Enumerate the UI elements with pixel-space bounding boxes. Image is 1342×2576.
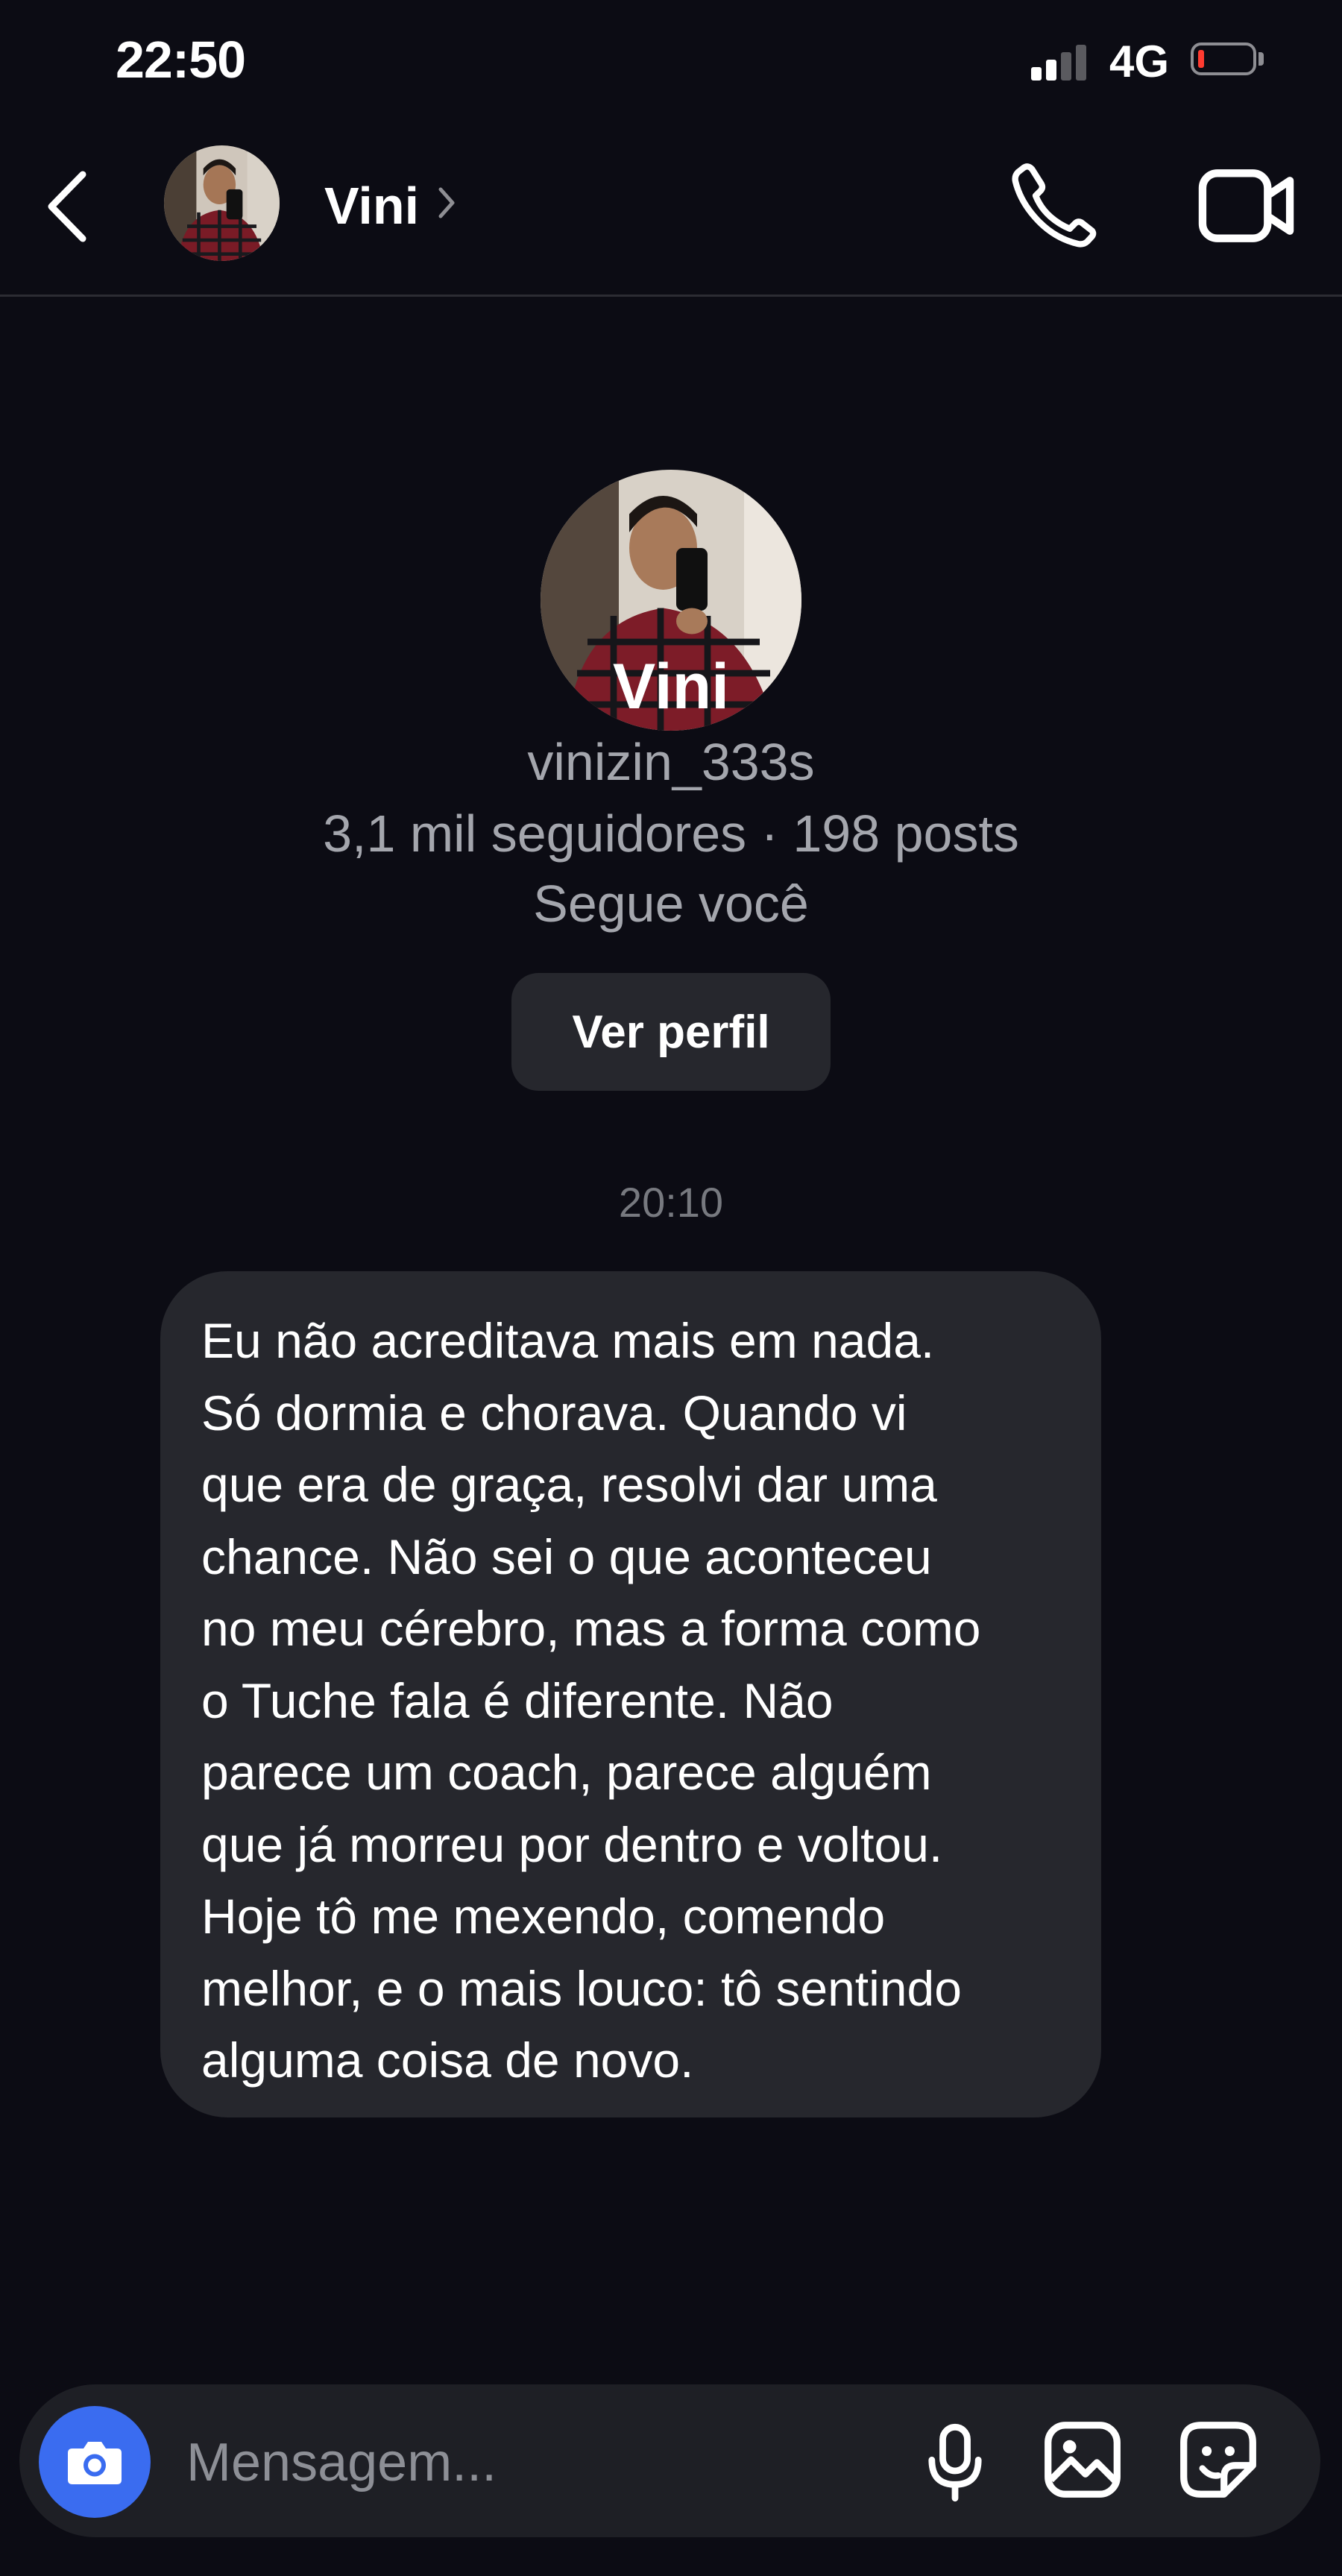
header-divider <box>0 295 1342 297</box>
message-line: Eu não acreditava mais em nada. <box>201 1313 935 1368</box>
message-line: no meu cérebro, mas a forma como <box>201 1601 981 1656</box>
camera-button[interactable] <box>39 2406 151 2518</box>
message-line: que era de graça, resolvi dar uma <box>201 1457 937 1512</box>
chevron-left-icon[interactable] <box>41 166 93 251</box>
image-icon[interactable] <box>1042 2419 1123 2504</box>
message-line: Hoje tô me mexendo, comendo <box>201 1889 886 1944</box>
message-bubble[interactable]: Eu não acreditava mais em nada. Só dormi… <box>160 1271 1101 2117</box>
message-line: que já morreu por dentro e voltou. <box>201 1816 943 1872</box>
message-timestamp: 20:10 <box>618 1179 724 1226</box>
header-avatar[interactable] <box>164 145 280 261</box>
message-line: o Tuche fala é diferente. Não <box>201 1672 834 1728</box>
profile-username: vinizin_333s <box>527 733 815 791</box>
message-line: parece um coach, parece alguém <box>201 1745 932 1800</box>
microphone-icon[interactable] <box>922 2422 989 2507</box>
network-type: 4G <box>1109 37 1170 86</box>
profile-stats: 3,1 mil seguidores · 198 posts <box>323 804 1019 863</box>
phone-icon[interactable] <box>1006 157 1100 257</box>
view-profile-button[interactable]: Ver perfil <box>511 973 831 1091</box>
header-name[interactable]: Vini <box>324 176 419 236</box>
message-text: Eu não acreditava mais em nada. Só dormi… <box>201 1305 1060 2097</box>
message-line: Só dormia e chorava. Quando vi <box>201 1385 907 1440</box>
video-camera-icon[interactable] <box>1197 164 1297 251</box>
message-line: chance. Não sei o que aconteceu <box>201 1528 932 1584</box>
signal-strength-icon <box>1031 43 1091 81</box>
battery-icon <box>1191 42 1256 75</box>
sticker-icon[interactable] <box>1178 2419 1258 2504</box>
follows-you-label: Segue você <box>533 875 809 933</box>
message-line: melhor, e o mais louco: tô sentindo <box>201 1960 962 2016</box>
camera-icon <box>68 2442 122 2484</box>
message-line: alguma coisa de novo. <box>201 2032 694 2088</box>
battery-tip <box>1258 52 1264 66</box>
message-input[interactable] <box>186 2416 887 2509</box>
chevron-right-icon[interactable] <box>436 185 457 224</box>
status-time: 22:50 <box>116 31 246 89</box>
profile-name: Vini <box>612 651 730 722</box>
